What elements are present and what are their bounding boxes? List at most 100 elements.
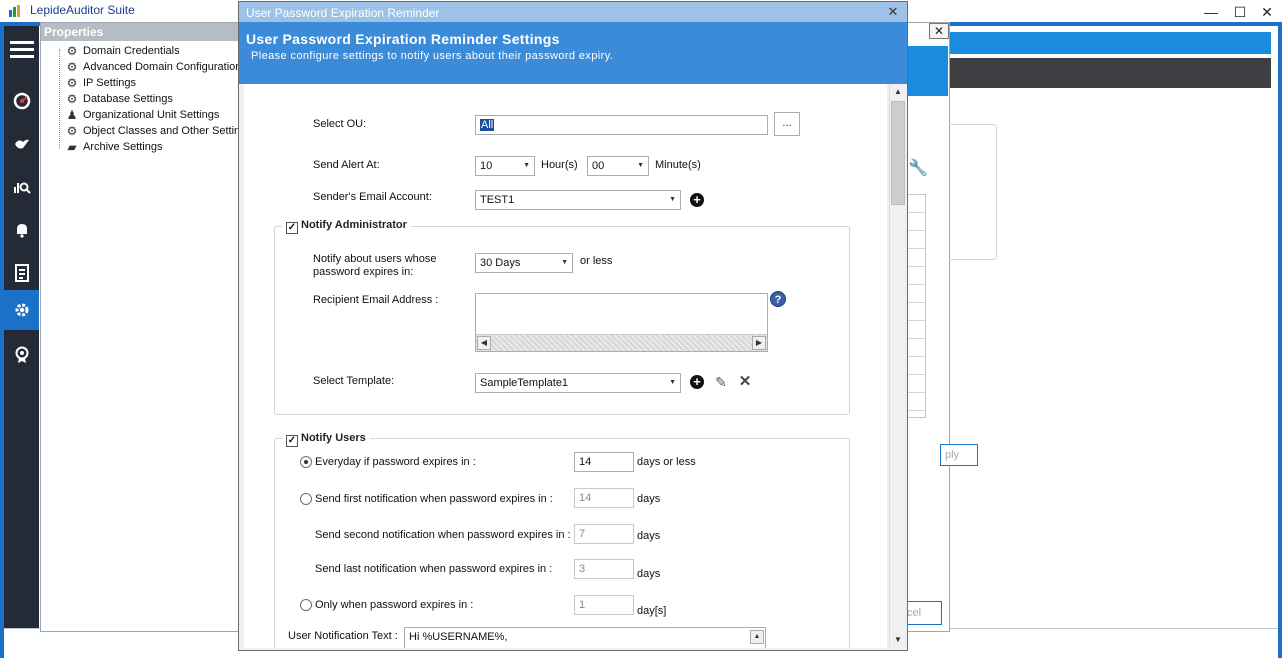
tree-item-object-classes[interactable]: ⚙ Object Classes and Other Settin (53, 123, 241, 139)
chevron-down-icon: ▼ (561, 259, 568, 266)
second-notification-label: Send second notification when password e… (315, 529, 571, 541)
everyday-label: Everyday if password expires in : (315, 456, 476, 468)
last-notification-days-input[interactable]: 3 (574, 559, 634, 579)
help-icon[interactable]: ? (770, 291, 786, 307)
audit-search-icon[interactable] (4, 168, 39, 206)
tree-item-ip-settings[interactable]: ⚙ IP Settings (53, 75, 241, 91)
select-ou-label: Select OU: (313, 118, 367, 130)
gear-icon: ⚙ (66, 92, 78, 106)
only-when-label: Only when password expires in : (315, 599, 474, 611)
notification-text-area[interactable]: Hi %USERNAME%, ▲ (404, 627, 766, 648)
only-when-radio[interactable] (300, 599, 312, 611)
admin-expires-dropdown[interactable]: 30 Days ▼ (475, 253, 573, 273)
notify-users-group (274, 438, 850, 648)
properties-close-button[interactable]: ✕ (929, 23, 949, 39)
tree-item-archive-settings[interactable]: ▰ Archive Settings (53, 139, 241, 155)
everyday-radio[interactable] (300, 456, 312, 468)
bird-icon[interactable] (4, 125, 39, 163)
scroll-right-icon[interactable]: ▶ (752, 336, 766, 350)
wrench-icon[interactable]: 🔧 (908, 158, 928, 178)
cancel-button[interactable]: cel (904, 601, 942, 625)
scroll-up-icon[interactable]: ▲ (891, 85, 905, 99)
delete-template-icon[interactable]: ✕ (738, 374, 752, 389)
alert-minute-dropdown[interactable]: 00 ▼ (587, 156, 649, 176)
minute-unit-label: Minute(s) (655, 159, 701, 171)
hour-unit-label: Hour(s) (541, 159, 578, 171)
minimize-button[interactable]: — (1196, 2, 1226, 22)
second-notification-suffix: days (637, 530, 661, 542)
last-notification-label: Send last notification when password exp… (315, 563, 553, 575)
dialog-body: Select OU: All ... Send Alert At: 10 ▼ Ho… (244, 84, 887, 648)
scroll-left-icon[interactable]: ◀ (477, 336, 491, 350)
dashboard-icon[interactable] (4, 82, 39, 120)
select-ou-field[interactable]: All (475, 115, 768, 135)
only-when-days-input[interactable]: 1 (574, 595, 634, 615)
dialog-header-title: User Password Expiration Reminder Settin… (246, 31, 560, 47)
chevron-down-icon: ▼ (669, 196, 676, 203)
or-less-label: or less (580, 255, 613, 267)
dialog-header-subtitle: Please configure settings to notify user… (251, 50, 614, 62)
expires-label-line1: Notify about users whose (313, 253, 437, 265)
notify-users-checkbox[interactable]: ✓ (286, 435, 298, 447)
background-panel-box (949, 124, 997, 260)
tree-item-organizational-unit-settings[interactable]: ♟ Organizational Unit Settings (53, 107, 241, 123)
last-notification-suffix: days (637, 568, 661, 580)
recipient-email-label: Recipient Email Address : (313, 294, 439, 306)
dialog-close-button[interactable]: ✕ (886, 5, 900, 19)
first-notification-suffix: days (637, 493, 661, 505)
left-navigation-bar (4, 26, 39, 628)
password-reminder-dialog: User Password Expiration Reminder ✕ User… (238, 1, 908, 651)
notify-admin-checkbox[interactable]: ✓ (286, 222, 298, 234)
add-sender-icon[interactable]: + (690, 193, 704, 207)
recipient-email-textarea[interactable]: ◀ ▶ (475, 293, 768, 352)
bell-icon[interactable] (4, 211, 39, 249)
maximize-button[interactable]: ☐ (1225, 2, 1255, 22)
close-button[interactable]: ✕ (1252, 2, 1282, 22)
background-panel-header (906, 46, 948, 96)
first-notification-days-input[interactable]: 14 (574, 488, 634, 508)
everyday-days-input[interactable]: 14 (574, 452, 634, 472)
scroll-up-icon[interactable]: ▲ (750, 630, 764, 644)
settings-gear-icon[interactable] (4, 290, 39, 330)
template-dropdown[interactable]: SampleTemplate1 ▼ (475, 373, 681, 393)
license-badge-icon[interactable] (4, 336, 39, 374)
dialog-header: User Password Expiration Reminder Settin… (239, 22, 907, 84)
app-logo-icon (9, 5, 20, 17)
alert-hour-dropdown[interactable]: 10 ▼ (475, 156, 535, 176)
first-notification-radio[interactable] (300, 493, 312, 505)
recipient-horizontal-scrollbar[interactable]: ◀ ▶ (476, 334, 767, 351)
send-alert-label: Send Alert At: (313, 159, 380, 171)
folder-icon: ▰ (67, 140, 77, 154)
app-title: LepideAuditor Suite (30, 3, 135, 17)
tree-item-advanced-domain-configuration[interactable]: ⚙ Advanced Domain Configuration (53, 59, 242, 75)
tree-item-database-settings[interactable]: ⚙ Database Settings (53, 91, 241, 107)
scrollbar-thumb[interactable] (891, 101, 905, 205)
tree-item-domain-credentials[interactable]: ⚙ Domain Credentials (53, 43, 241, 59)
select-template-label: Select Template: (313, 375, 395, 387)
only-when-suffix: day[s] (637, 605, 667, 617)
background-grid (906, 194, 926, 418)
right-header-bar (949, 32, 1271, 54)
menu-icon[interactable] (4, 28, 39, 66)
first-notification-label: Send first notification when password ex… (315, 493, 553, 505)
add-template-icon[interactable]: + (690, 375, 704, 389)
apply-button[interactable]: ply (940, 444, 978, 466)
edit-template-icon[interactable]: ✎ (714, 375, 728, 389)
ou-icon: ♟ (66, 108, 78, 122)
notify-admin-legend[interactable]: ✓ Notify Administrator (282, 219, 411, 234)
right-toolbar (949, 58, 1271, 88)
report-icon[interactable] (4, 254, 39, 292)
chevron-down-icon: ▼ (523, 162, 530, 169)
gear-icon: ⚙ (66, 60, 78, 74)
sender-email-dropdown[interactable]: TEST1 ▼ (475, 190, 681, 210)
dialog-vertical-scrollbar[interactable]: ▲ ▼ (889, 85, 905, 647)
properties-title: Properties (41, 23, 241, 41)
second-notification-days-input[interactable]: 7 (574, 524, 634, 544)
chevron-down-icon: ▼ (637, 162, 644, 169)
gear-icon: ⚙ (66, 124, 78, 138)
scroll-down-icon[interactable]: ▼ (891, 633, 905, 647)
notify-users-legend[interactable]: ✓ Notify Users (282, 432, 370, 447)
everyday-suffix: days or less (637, 456, 696, 468)
sender-email-label: Sender's Email Account: (313, 191, 432, 203)
select-ou-browse-button[interactable]: ... (774, 112, 800, 136)
